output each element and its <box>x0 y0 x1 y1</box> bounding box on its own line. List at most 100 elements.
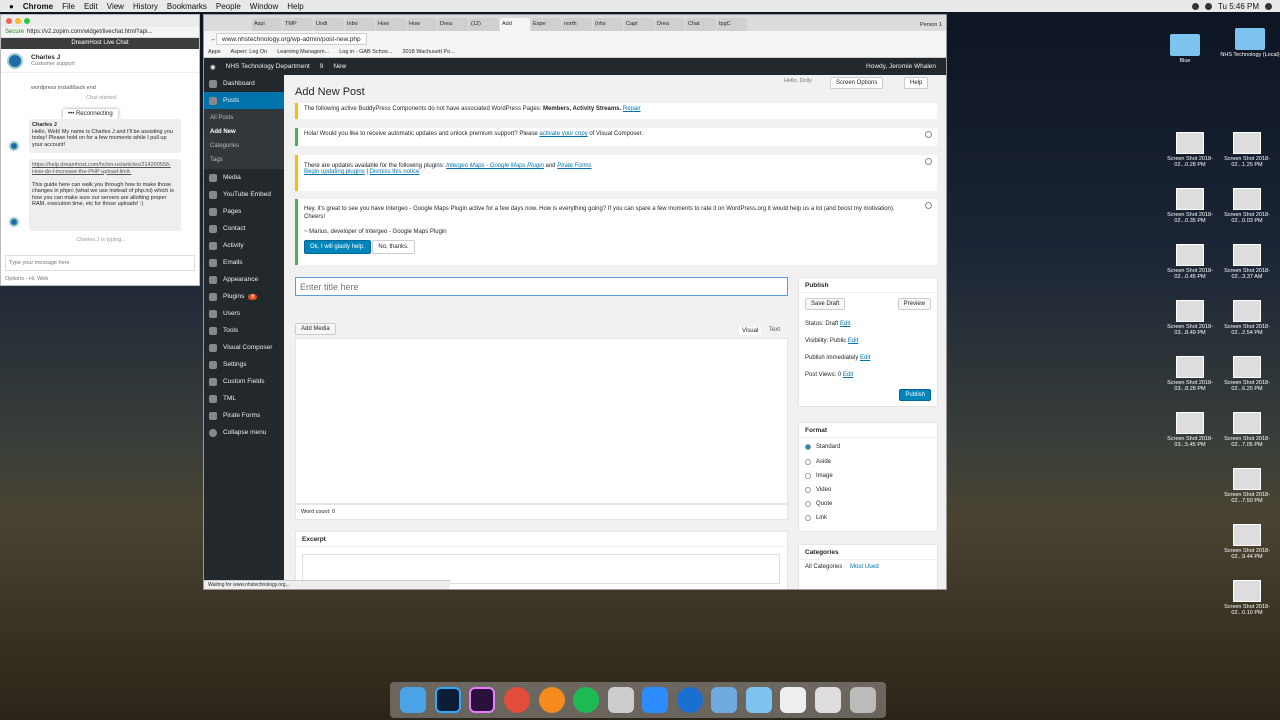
tab[interactable]: Drea <box>655 18 685 31</box>
apple-icon[interactable]: ● <box>9 2 14 11</box>
url-bar[interactable]: www.nhstechnology.org/wp-admin/post-new.… <box>216 33 367 45</box>
finder-icon[interactable] <box>400 687 427 713</box>
desktop-screenshot[interactable]: Screen Shot 2018-02...6.25 PM <box>1214 356 1280 392</box>
format-heading[interactable]: Format <box>799 423 937 438</box>
menu-posts[interactable]: Posts <box>204 92 284 109</box>
document-icon[interactable] <box>780 687 807 713</box>
premiere-icon[interactable] <box>469 687 496 713</box>
menu-activity[interactable]: Activity <box>204 237 284 254</box>
photoshop-icon[interactable] <box>434 687 461 713</box>
desktop-screenshot[interactable]: Screen Shot 2018-02...1.25 PM <box>1214 132 1280 168</box>
comments-count[interactable]: 9 <box>320 63 324 70</box>
tab[interactable]: north <box>562 18 592 31</box>
edit-views-link[interactable]: Edit <box>843 372 853 378</box>
bookmark[interactable]: Apps <box>208 49 221 55</box>
font-book-icon[interactable] <box>607 687 634 713</box>
excerpt-heading[interactable]: Excerpt <box>296 532 787 547</box>
desktop-folder-nhs[interactable]: NHS Technology (Local) <box>1217 28 1280 58</box>
bookmark[interactable]: Log in - GAB Schoo... <box>339 49 392 55</box>
publish-button[interactable]: Publish <box>899 389 931 401</box>
submenu-add-new[interactable]: Add New <box>204 125 284 139</box>
radio[interactable] <box>805 501 811 507</box>
battery-icon[interactable] <box>1204 2 1212 10</box>
desktop-screenshot[interactable]: Screen Shot 2018-02...3.37 AM <box>1214 244 1280 280</box>
quicktime-icon[interactable] <box>676 687 703 713</box>
menu-emails[interactable]: Emails <box>204 254 284 271</box>
menu-pirate-forms[interactable]: Pirate Forms <box>204 407 284 424</box>
search-icon[interactable] <box>1265 2 1272 10</box>
desktop-screenshot[interactable]: Screen Shot 2018-02...0.10 PM <box>1214 580 1280 616</box>
tab[interactable]: How <box>407 18 437 31</box>
format-option[interactable]: Link <box>799 511 937 525</box>
format-option[interactable]: Image <box>799 469 937 483</box>
intergeo-link[interactable]: Intergeo Maps - Google Maps Plugin <box>446 163 544 169</box>
dismiss-notice-link[interactable]: Dismiss this notice <box>370 169 420 175</box>
format-option[interactable]: Video <box>799 483 937 497</box>
tab-all-categories[interactable]: All Categories <box>805 564 842 570</box>
edit-schedule-link[interactable]: Edit <box>860 355 870 361</box>
format-option[interactable]: Standard <box>799 438 937 455</box>
clock[interactable]: Tu 5:46 PM <box>1218 2 1259 11</box>
maximize-icon[interactable] <box>24 18 30 24</box>
menu-tools[interactable]: Tools <box>204 322 284 339</box>
preview-button[interactable]: Preview <box>897 298 931 310</box>
desktop-screenshot[interactable]: Screen Shot 2018-02...9.44 PM <box>1214 524 1280 560</box>
tab[interactable]: (nhs <box>593 18 623 31</box>
post-title-input[interactable] <box>295 277 788 296</box>
menu-view[interactable]: View <box>107 2 124 11</box>
document-icon[interactable] <box>815 687 842 713</box>
firefox-icon[interactable] <box>538 687 565 713</box>
howdy-user[interactable]: Howdy, Jeromie Whalen <box>866 63 936 70</box>
tab[interactable]: Aspi <box>252 18 282 31</box>
menu-settings[interactable]: Settings <box>204 356 284 373</box>
menu-file[interactable]: File <box>62 2 75 11</box>
applications-folder-icon[interactable] <box>711 687 738 713</box>
tab[interactable]: Chat <box>686 18 716 31</box>
help-link[interactable]: https://help.dreamhost.com/hc/en-us/arti… <box>32 162 171 175</box>
menubar-app[interactable]: Chrome <box>23 2 53 11</box>
dismiss-icon[interactable] <box>925 131 932 138</box>
edit-visibility-link[interactable]: Edit <box>848 338 858 344</box>
tab[interactable]: Undi <box>314 18 344 31</box>
wordpress-icon[interactable]: ◉ <box>210 63 216 71</box>
radio-selected[interactable] <box>805 443 811 450</box>
radio[interactable] <box>805 515 811 521</box>
post-content-editor[interactable] <box>295 338 788 504</box>
bookmark[interactable]: Aspen: Log On <box>231 49 268 55</box>
dismiss-icon[interactable] <box>925 158 932 165</box>
desktop-folder-blue[interactable]: Blue <box>1152 34 1218 64</box>
begin-updating-link[interactable]: Begin updating plugins <box>304 169 365 175</box>
tab[interactable]: Capt <box>624 18 654 31</box>
menu-tml[interactable]: TML <box>204 390 284 407</box>
menu-plugins[interactable]: Plugins 8 <box>204 288 284 305</box>
tab[interactable]: How <box>376 18 406 31</box>
text-tab[interactable]: Text <box>769 327 780 333</box>
zoom-icon[interactable] <box>642 687 669 713</box>
tab[interactable]: Expe <box>531 18 561 31</box>
tab[interactable]: (12) <box>469 18 499 31</box>
menu-youtube[interactable]: YouTube Embed <box>204 186 284 203</box>
menu-bookmarks[interactable]: Bookmarks <box>167 2 207 11</box>
screen-options-button[interactable]: Screen Options <box>830 77 884 89</box>
tab[interactable]: Drea <box>438 18 468 31</box>
tab-most-used[interactable]: Most Used <box>850 564 879 570</box>
menu-edit[interactable]: Edit <box>84 2 98 11</box>
submenu-all-posts[interactable]: All Posts <box>204 111 284 125</box>
menu-pages[interactable]: Pages <box>204 203 284 220</box>
collapse-menu[interactable]: Collapse menu <box>204 424 284 441</box>
categories-heading[interactable]: Categories <box>799 545 937 560</box>
desktop-screenshot[interactable]: Screen Shot 2018-02...7.05 PM <box>1214 412 1280 448</box>
menu-help[interactable]: Help <box>287 2 303 11</box>
submenu-categories[interactable]: Categories <box>204 139 284 153</box>
publish-heading[interactable]: Publish <box>799 278 937 293</box>
submenu-tags[interactable]: Tags <box>204 153 284 167</box>
menu-media[interactable]: Media <box>204 169 284 186</box>
radio[interactable] <box>805 459 811 465</box>
menu-visual-composer[interactable]: Visual Composer <box>204 339 284 356</box>
radio[interactable] <box>805 473 811 479</box>
desktop-screenshot[interactable]: Screen Shot 2018-02...2.54 PM <box>1214 300 1280 336</box>
close-icon[interactable] <box>6 18 12 24</box>
add-media-button[interactable]: Add Media <box>295 323 336 335</box>
minimize-icon[interactable] <box>15 18 21 24</box>
downloads-folder-icon[interactable] <box>745 687 772 713</box>
